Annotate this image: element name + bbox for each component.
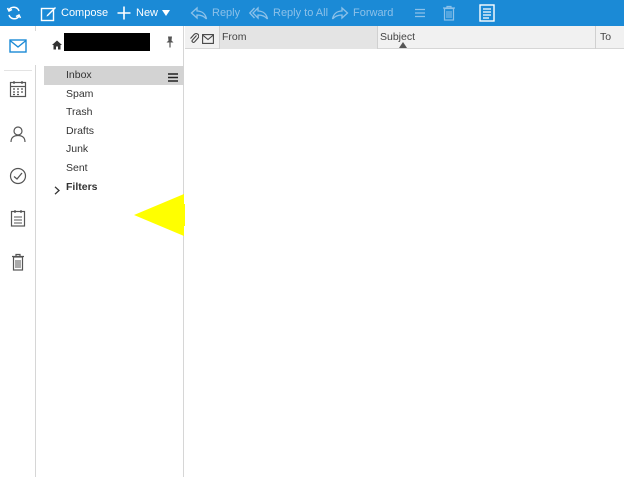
- trash-icon: [442, 5, 456, 21]
- account-name: redacted: [64, 33, 150, 51]
- mail-icon: [9, 38, 27, 58]
- trash-icon: [11, 253, 25, 276]
- view-message-button[interactable]: [479, 0, 495, 26]
- notes-icon: [10, 209, 26, 232]
- message-list-header: From Subject To: [185, 26, 624, 49]
- forward-button[interactable]: Forward: [331, 0, 393, 26]
- folder-list: Inbox Spam Trash Drafts Junk Sent Filter…: [44, 66, 184, 196]
- column-subject[interactable]: Subject: [377, 26, 595, 49]
- folder-label: Junk: [66, 143, 89, 156]
- folder-trash[interactable]: Trash: [44, 103, 184, 122]
- column-to[interactable]: To: [595, 26, 624, 49]
- menu-icon: [414, 7, 426, 19]
- chevron-right-icon[interactable]: [54, 183, 60, 202]
- folder-label: Drafts: [66, 124, 95, 137]
- folder-junk[interactable]: Junk: [44, 140, 184, 159]
- rail-calendar[interactable]: [0, 74, 36, 108]
- tasks-icon: [9, 167, 27, 190]
- reply-all-button[interactable]: Reply to All: [249, 0, 328, 26]
- rail-tasks[interactable]: [0, 161, 36, 195]
- column-to-label: To: [600, 31, 612, 43]
- forward-icon: [331, 6, 349, 20]
- caret-down-icon: [162, 10, 171, 16]
- document-icon: [479, 4, 495, 22]
- compose-icon: [40, 5, 57, 22]
- pin-icon[interactable]: [165, 35, 175, 53]
- folder-sent[interactable]: Sent: [44, 159, 184, 178]
- account-row[interactable]: redacted: [36, 26, 184, 60]
- compose-label: Compose: [61, 7, 109, 19]
- list-menu-button[interactable]: [414, 0, 426, 26]
- calendar-icon: [9, 80, 27, 103]
- attachment-icon[interactable]: [189, 31, 200, 49]
- delete-button[interactable]: [442, 0, 456, 26]
- folder-drafts[interactable]: Drafts: [44, 122, 184, 141]
- rail-notes[interactable]: [0, 203, 36, 237]
- reply-button[interactable]: Reply: [190, 0, 240, 26]
- folder-panel: redacted Inbox Spam Trash Drafts Junk Se…: [36, 26, 236, 477]
- new-label: New: [136, 7, 159, 19]
- folder-label: Sent: [66, 161, 88, 174]
- reply-icon: [190, 6, 208, 20]
- home-icon: [52, 37, 62, 55]
- column-from[interactable]: From: [219, 26, 407, 49]
- folder-label: Filters: [66, 180, 98, 193]
- app-rail: [0, 26, 36, 477]
- reply-all-label: Reply to All: [273, 7, 329, 19]
- envelope-icon[interactable]: [202, 31, 214, 49]
- plus-icon: [116, 5, 132, 21]
- new-button[interactable]: New: [116, 0, 171, 26]
- contacts-icon: [9, 125, 27, 148]
- column-from-label: From: [222, 31, 247, 43]
- rail-mail[interactable]: [0, 31, 36, 65]
- rail-contacts[interactable]: [0, 119, 36, 153]
- message-list: From Subject To: [185, 26, 624, 477]
- reply-label: Reply: [212, 7, 241, 19]
- folder-spam[interactable]: Spam: [44, 85, 184, 104]
- rail-trash[interactable]: [0, 247, 36, 281]
- folder-inbox[interactable]: Inbox: [44, 66, 184, 85]
- refresh-icon: [6, 5, 22, 21]
- compose-button[interactable]: Compose: [40, 0, 108, 26]
- folder-label: Trash: [66, 106, 93, 119]
- refresh-button[interactable]: [6, 0, 22, 26]
- folder-label: Inbox: [66, 69, 92, 81]
- top-toolbar: Compose New Reply Reply to All Forward: [0, 0, 624, 26]
- forward-label: Forward: [353, 7, 394, 19]
- folder-label: Spam: [66, 87, 94, 100]
- rail-divider: [4, 70, 32, 71]
- reply-all-icon: [249, 6, 269, 20]
- column-subject-label: Subject: [380, 31, 416, 43]
